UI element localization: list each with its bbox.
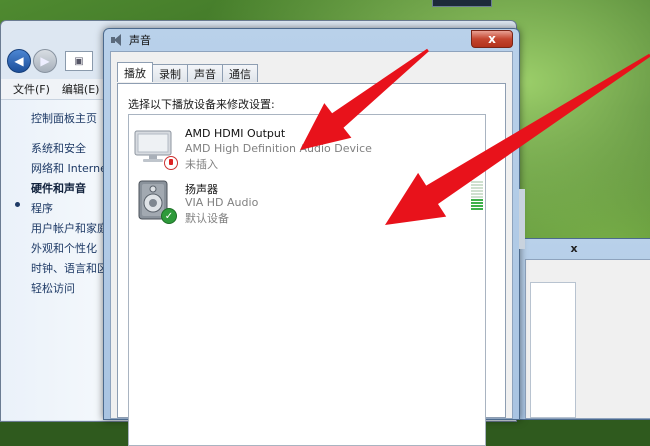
arrow-to-speaker-device (385, 53, 650, 225)
arrow-to-hdmi-device (300, 48, 429, 150)
annotation-arrows (300, 48, 650, 225)
tab-playback[interactable]: 播放 (117, 62, 153, 82)
